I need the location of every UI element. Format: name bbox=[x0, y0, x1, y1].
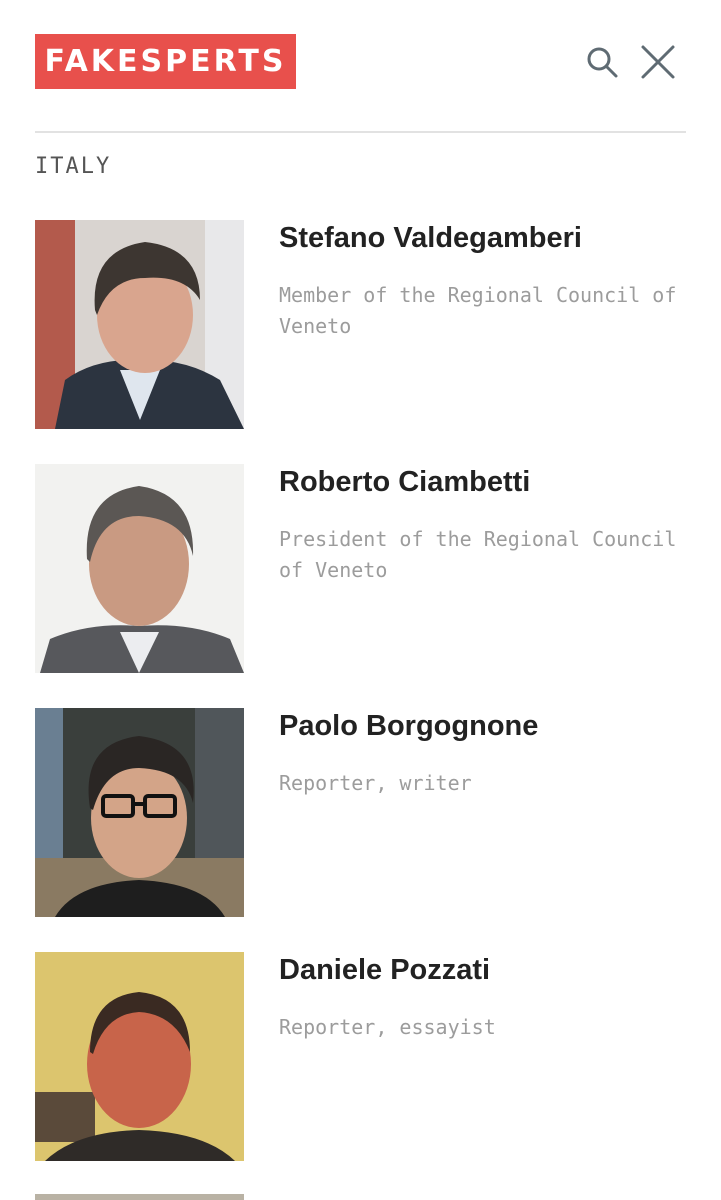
person-role: Reporter, writer bbox=[279, 771, 472, 795]
section-title: ITALY bbox=[35, 154, 112, 179]
person-photo[interactable] bbox=[35, 708, 244, 917]
fakesperts-logo[interactable]: FAKESPERTS bbox=[35, 34, 296, 89]
close-icon bbox=[641, 45, 675, 79]
person-item[interactable]: Stefano Valdegamberi Member of the Regio… bbox=[35, 220, 695, 464]
person-item[interactable]: Daniele Pozzati Reporter, essayist bbox=[35, 952, 695, 1196]
people-list: Stefano Valdegamberi Member of the Regio… bbox=[35, 220, 695, 1196]
person-item[interactable]: Paolo Borgognone Reporter, writer bbox=[35, 708, 695, 952]
search-icon bbox=[587, 47, 618, 78]
next-person-photo[interactable] bbox=[35, 1194, 244, 1200]
person-role: Member of the Regional Council of Veneto bbox=[279, 283, 677, 338]
person-role: Reporter, essayist bbox=[279, 1015, 496, 1039]
person-photo[interactable] bbox=[35, 464, 244, 673]
person-name[interactable]: Daniele Pozzati bbox=[279, 954, 490, 987]
header-divider bbox=[35, 131, 686, 133]
search-button[interactable] bbox=[584, 44, 620, 80]
person-name[interactable]: Roberto Ciambetti bbox=[279, 466, 530, 499]
app-header: FAKESPERTS bbox=[0, 0, 721, 133]
person-item[interactable]: Roberto Ciambetti President of the Regio… bbox=[35, 464, 695, 708]
person-name[interactable]: Stefano Valdegamberi bbox=[279, 222, 582, 255]
close-button[interactable] bbox=[638, 42, 678, 82]
person-photo[interactable] bbox=[35, 952, 244, 1161]
person-photo[interactable] bbox=[35, 220, 244, 429]
person-name[interactable]: Paolo Borgognone bbox=[279, 710, 538, 743]
person-role: President of the Regional Council of Ven… bbox=[279, 527, 677, 582]
